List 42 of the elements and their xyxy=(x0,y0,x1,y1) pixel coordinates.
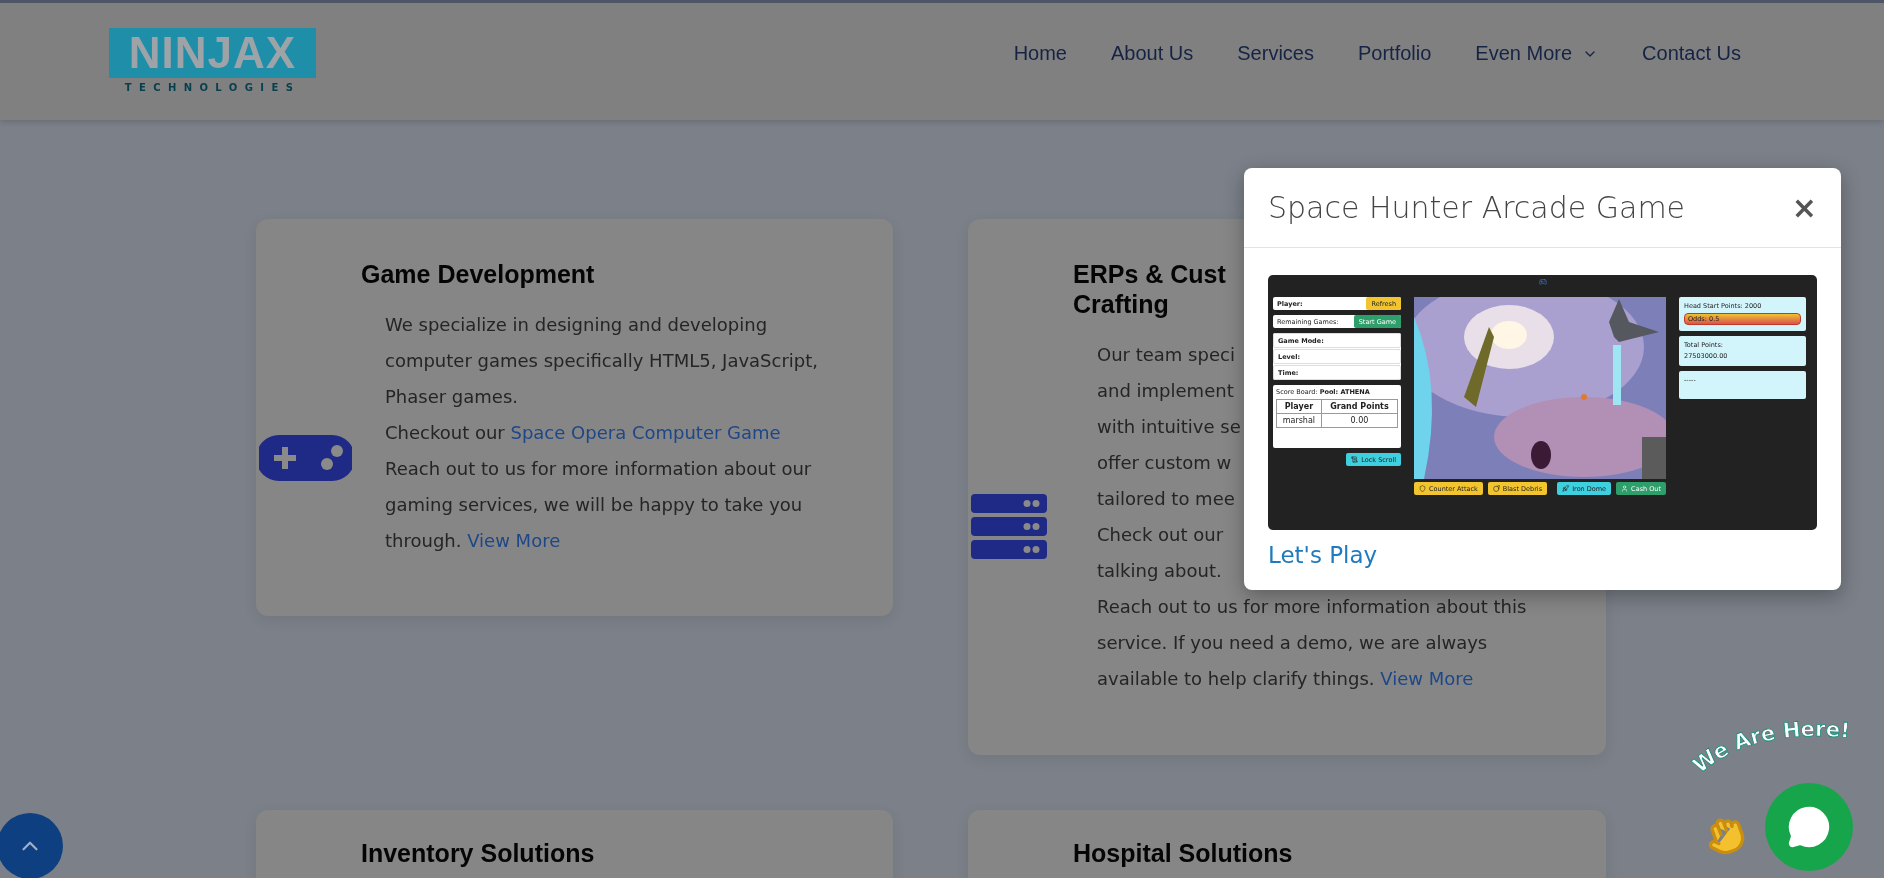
close-button[interactable]: × xyxy=(1791,192,1817,223)
nav-link[interactable]: Portfolio xyxy=(1357,42,1432,65)
service-title: Game Development xyxy=(361,259,595,289)
text-link[interactable]: Space Opera Computer Game xyxy=(510,422,781,443)
nav-link[interactable]: Contact Us xyxy=(1642,42,1741,65)
service-description: with intuitive se xyxy=(1097,415,1241,439)
gamepad-icon xyxy=(1538,278,1547,286)
text-link[interactable]: View More xyxy=(467,530,561,551)
column-header: Player xyxy=(1276,399,1322,414)
service-title: Inventory Solutions xyxy=(361,838,595,868)
column-header: Grand Points xyxy=(1321,399,1398,414)
gamepad-icon xyxy=(259,432,352,483)
service-description: Reach out to us for more information about our gaming services, we will be happy to take you through. View More xyxy=(385,457,813,553)
service-description: Our team speci xyxy=(1097,343,1235,367)
shield-icon xyxy=(1419,485,1426,492)
service-description: Check out our xyxy=(1097,523,1224,547)
chat-tagline: We Are Here! xyxy=(1688,717,1851,778)
service-title: ERPs & Cust Crafting xyxy=(1073,259,1226,319)
bomb-icon xyxy=(1492,485,1500,492)
service-description: and implement xyxy=(1097,379,1234,403)
service-description: Reach out to us for more information about this service. If you need a demo, we are always available to help clarify things. View More xyxy=(1097,595,1528,691)
chat-bubble-icon xyxy=(1787,805,1831,849)
back-to-top-button[interactable] xyxy=(0,813,63,878)
table-cell: marshal xyxy=(1276,413,1322,428)
scroll-icon xyxy=(1351,456,1359,463)
service-description: tailored to mee xyxy=(1097,487,1235,511)
table-cell: 0.00 xyxy=(1321,413,1398,428)
logo-tagline: TECHNOLOGIES xyxy=(123,81,302,95)
service-description: offer custom w xyxy=(1097,451,1232,475)
nav-link[interactable]: Home xyxy=(1013,42,1067,65)
nav-link[interactable]: About Us xyxy=(1111,42,1194,65)
service-description: Checkout our Space Opera Computer Game xyxy=(385,421,782,445)
text-link[interactable]: View More xyxy=(1380,668,1474,689)
service-description: talking about. xyxy=(1097,559,1222,583)
nav-link[interactable]: Even More xyxy=(1475,42,1599,65)
modal-title: Space Hunter Arcade Game xyxy=(1268,190,1686,225)
user-icon xyxy=(1621,485,1629,492)
nav-link[interactable]: Services xyxy=(1237,42,1314,65)
service-title: Hospital Solutions xyxy=(1073,838,1293,868)
server-icon xyxy=(971,494,1047,560)
lets-play-link[interactable]: Let's Play xyxy=(1268,542,1378,568)
service-description: We specialize in designing and developing computer games specifically HTML5, JavaScript, Phaser games. xyxy=(385,313,820,409)
